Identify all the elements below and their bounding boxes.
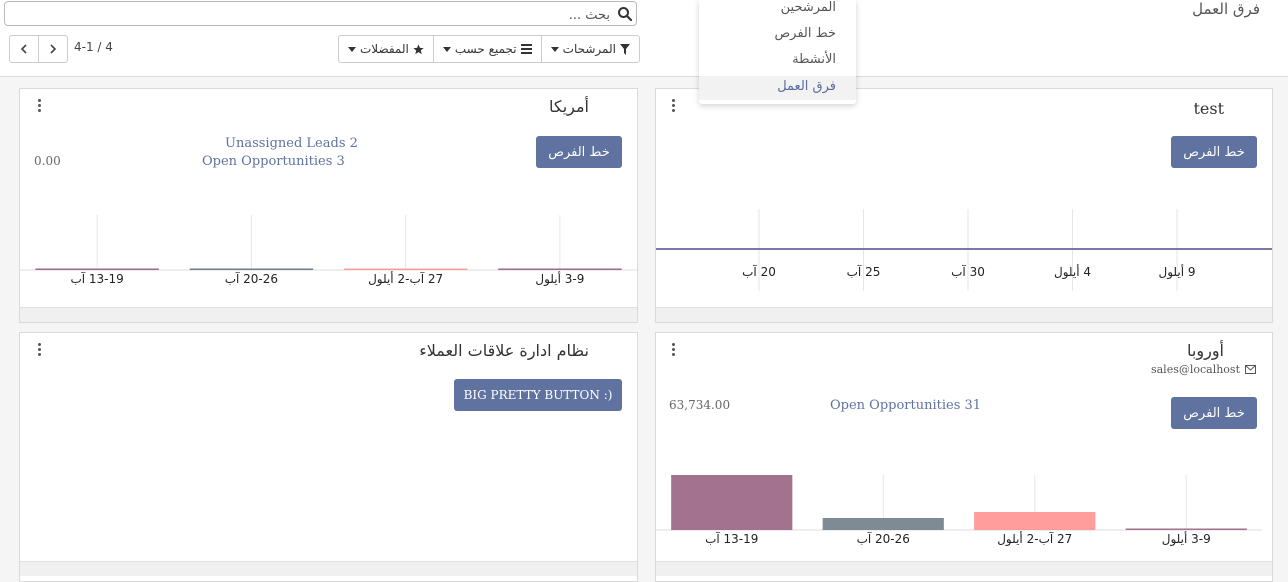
- filters-label: المرشحات: [562, 42, 616, 56]
- big-pretty-button[interactable]: BIG PRETTY BUTTON :): [454, 379, 622, 411]
- menu-item-pipeline[interactable]: خط الفرص: [774, 26, 836, 41]
- menu-item-candidates[interactable]: المرشحين: [781, 0, 836, 15]
- card-footer: [656, 307, 1272, 322]
- team-card-europe: أوروبا sales@localhost خط الفرص Open Opp…: [655, 332, 1273, 582]
- favorites-label: المفضلات: [360, 42, 409, 56]
- bar-1: [35, 268, 159, 270]
- x-tick-label: 13-19 آب: [705, 531, 758, 546]
- chevron-right-icon: [50, 44, 57, 54]
- team-email-address: sales@localhost: [1150, 363, 1240, 376]
- bar-1: [671, 475, 793, 530]
- bar-3: [343, 268, 468, 270]
- team-card-title: نظام ادارة علاقات العملاء: [419, 341, 589, 360]
- pipeline-dropdown-menu: المرشحين خط الفرص الأنشطة فرق العمل: [699, 0, 856, 104]
- x-tick-label: 13-19 آب: [70, 271, 123, 286]
- x-tick-label: 4 أيلول: [1054, 264, 1091, 280]
- group-by-button[interactable]: تجميع حسب: [432, 36, 541, 62]
- kebab-menu-icon[interactable]: [672, 343, 676, 358]
- menu-item-activities[interactable]: الأنشطة: [792, 52, 836, 67]
- bar-4: [1125, 528, 1247, 530]
- america-bar-chart: 13-19 آب 20-26 آب 27 آب-2 أيلول 3-9 أيلول: [20, 215, 637, 287]
- x-tick-label: 27 آب-2 أيلول: [368, 271, 443, 287]
- kebab-menu-icon[interactable]: [38, 343, 42, 358]
- bar-2: [189, 268, 314, 270]
- europe-bar-chart: 13-19 آب 20-26 آب 27 آب-2 أيلول 3-9 أيلول: [656, 475, 1262, 547]
- open-opportunities-link[interactable]: Open Opportunities 3: [202, 154, 345, 169]
- pager-previous-button[interactable]: [9, 35, 39, 63]
- team-email: sales@localhost: [1151, 363, 1256, 376]
- x-tick-label: 25 آب: [847, 264, 881, 279]
- card-footer: [20, 307, 637, 322]
- menu-item-sales-teams[interactable]: فرق العمل: [699, 76, 856, 100]
- search-icon[interactable]: [617, 6, 633, 22]
- bar-4: [498, 268, 622, 270]
- pager-nav: [9, 35, 68, 63]
- team-card-title: أمريكا: [548, 97, 589, 116]
- bar-3: [974, 512, 1096, 530]
- search-options: المفضلات تجميع حسب المرشحات: [338, 35, 640, 63]
- kebab-menu-icon[interactable]: [38, 99, 42, 114]
- filter-icon: [619, 43, 630, 55]
- team-card-title: أوروبا: [1187, 341, 1224, 360]
- open-opportunities-link[interactable]: Open Opportunities 31: [830, 398, 981, 413]
- expected-revenue-amount: 0.00: [34, 154, 61, 168]
- filters-button[interactable]: المرشحات: [540, 36, 639, 62]
- x-tick-label: 20 آب: [742, 264, 776, 279]
- star-icon: [413, 43, 424, 54]
- bars-icon: [520, 44, 532, 54]
- pipeline-button[interactable]: خط الفرص: [1171, 136, 1257, 168]
- x-tick-label: 3-9 أيلول: [1162, 531, 1211, 547]
- caret-down-icon: [550, 46, 559, 52]
- card-footer: [656, 561, 1272, 576]
- unassigned-leads-link[interactable]: Unassigned Leads 2: [225, 136, 358, 151]
- bar-2: [822, 518, 944, 530]
- expected-revenue-amount: 63,734.00: [669, 398, 731, 412]
- search-input[interactable]: [18, 5, 612, 25]
- team-card-america: أمريكا خط الفرص Unassigned Leads 2 Open …: [19, 88, 638, 323]
- caret-down-icon: [348, 46, 356, 52]
- team-card-title: test: [1193, 99, 1224, 118]
- envelope-icon: [1245, 365, 1256, 374]
- pager-value[interactable]: 4-1 / 4: [74, 40, 113, 54]
- team-card-crm: نظام ادارة علاقات العملاء BIG PRETTY BUT…: [19, 332, 638, 582]
- favorites-button[interactable]: المفضلات: [339, 36, 433, 62]
- kebab-menu-icon[interactable]: [672, 99, 676, 114]
- x-tick-label: 30 آب: [951, 264, 985, 279]
- control-panel: فرق العمل المفضلات تجميع حسب المرشحات 4-…: [0, 0, 1288, 77]
- card-footer: [20, 561, 637, 576]
- pager-next-button[interactable]: [39, 35, 68, 63]
- team-card-test: test خط الفرص 20 آب 25 آب 30 آب 4 أيلول 9 أي…: [655, 88, 1273, 323]
- chevron-left-icon: [20, 44, 27, 54]
- x-tick-label: 20-26 آب: [857, 531, 910, 546]
- x-tick-label: 3-9 أيلول: [535, 271, 584, 287]
- search-box[interactable]: [4, 1, 637, 26]
- x-tick-label: 20-26 آب: [225, 271, 278, 286]
- test-line-chart: 20 آب 25 آب 30 آب 4 أيلول 9 أيلول: [656, 209, 1272, 291]
- x-tick-label: 9 أيلول: [1158, 264, 1195, 280]
- group-by-label: تجميع حسب: [454, 42, 517, 56]
- caret-down-icon: [442, 46, 451, 52]
- pipeline-button[interactable]: خط الفرص: [536, 136, 622, 168]
- page-title: فرق العمل: [1192, 0, 1260, 18]
- pipeline-button[interactable]: خط الفرص: [1171, 397, 1257, 429]
- x-tick-label: 27 آب-2 أيلول: [997, 531, 1072, 547]
